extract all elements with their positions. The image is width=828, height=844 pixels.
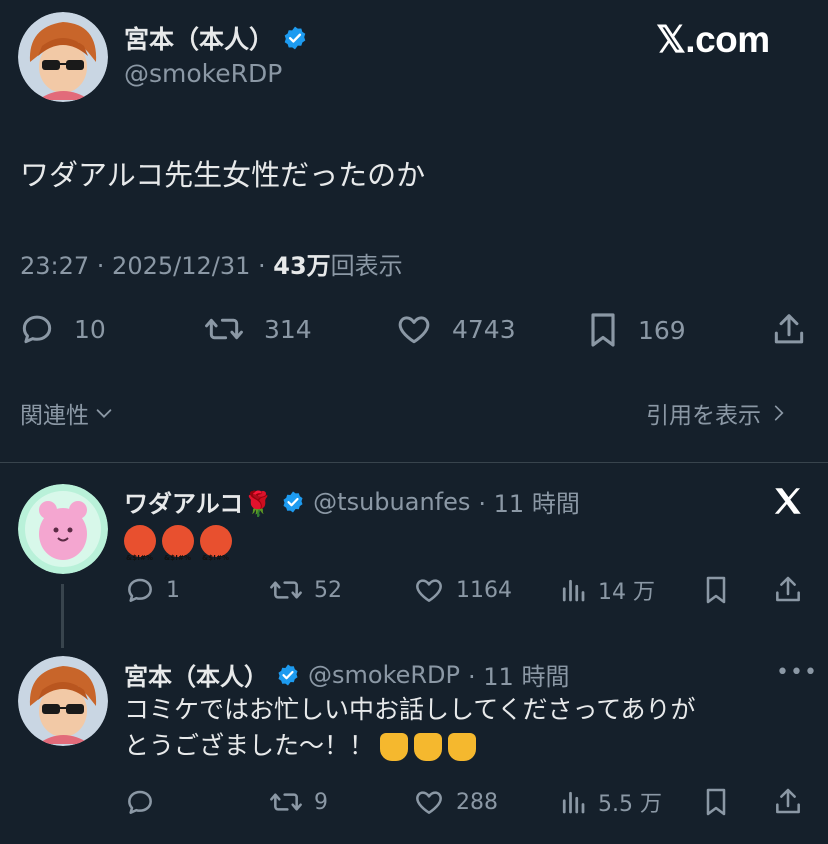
author-name-label: 宮本（本人） xyxy=(124,25,275,54)
like-button[interactable]: 1164 xyxy=(412,574,512,606)
reply-avatar[interactable] xyxy=(18,656,108,746)
more-options-icon[interactable]: ••• xyxy=(776,660,818,685)
bookmark-icon xyxy=(702,786,730,818)
view-quotes-label: 引用を表示 xyxy=(646,403,761,429)
share-icon xyxy=(772,574,804,606)
share-icon xyxy=(770,310,808,350)
reply-text-line: とうござました～！！ xyxy=(124,731,375,760)
angry-face-emoji-icon xyxy=(200,525,232,576)
x-logo-icon xyxy=(770,484,806,518)
share-button[interactable] xyxy=(770,310,808,350)
retweet-button[interactable]: 9 xyxy=(268,786,328,818)
verified-badge-icon xyxy=(281,490,305,514)
reply-time[interactable]: · 11 時間 xyxy=(468,657,569,692)
reply-button[interactable]: 10 xyxy=(18,310,106,348)
raising-hands-emoji-icon xyxy=(448,733,477,761)
bookmark-icon xyxy=(702,574,730,606)
reply-text-line-2: とうござました～！！ xyxy=(124,728,696,764)
angry-face-emoji-icon xyxy=(124,525,156,576)
reply-icon xyxy=(124,786,156,818)
reply-header: 宮本（本人） @smokeRDP · 11 時間 xyxy=(124,657,569,692)
verified-badge-icon xyxy=(282,25,308,51)
retweet-button[interactable]: 52 xyxy=(268,574,342,606)
sort-relevance-dropdown[interactable]: 関連性 xyxy=(20,396,115,430)
x-logo-icon: 𝕏.com xyxy=(656,18,770,61)
heart-icon xyxy=(412,786,446,818)
reply-avatar[interactable] xyxy=(18,484,108,574)
reply-author-name[interactable]: 宮本（本人） xyxy=(124,657,268,692)
view-quotes-link[interactable]: 引用を表示 xyxy=(646,396,789,430)
divider xyxy=(0,462,828,463)
thread-line xyxy=(61,584,64,648)
analytics-icon xyxy=(558,574,588,606)
heart-icon xyxy=(394,310,434,348)
like-count: 4743 xyxy=(452,314,516,344)
retweet-icon xyxy=(202,310,246,348)
views-button[interactable]: 5.5 万 xyxy=(558,786,662,818)
reply-button[interactable] xyxy=(124,786,156,818)
bookmark-button[interactable]: 169 xyxy=(586,310,686,350)
share-button[interactable] xyxy=(772,786,804,818)
reply-text-line: コミケではお忙しい中お話ししてくださってありが xyxy=(124,695,696,724)
bookmark-icon xyxy=(586,310,620,350)
chevron-down-icon xyxy=(93,402,115,424)
author-handle[interactable]: @smokeRDP xyxy=(124,59,282,88)
raising-hands-emoji-icon xyxy=(380,733,409,761)
sort-label: 関連性 xyxy=(20,403,89,429)
reply-author-handle[interactable]: @tsubuanfes xyxy=(313,488,470,516)
retweet-icon xyxy=(268,786,304,818)
verified-badge-icon xyxy=(276,663,300,687)
angry-face-emoji-icon xyxy=(162,525,194,576)
analytics-icon xyxy=(558,786,588,818)
view-count: 14 万 xyxy=(598,580,655,605)
reply-text: コミケではお忙しい中お話ししてくださってありが とうござました～！！ xyxy=(124,692,696,764)
reply-time[interactable]: · 11 時間 xyxy=(478,484,579,519)
reply-author-name[interactable]: ワダアルコ🌹 xyxy=(124,484,273,519)
views-button[interactable]: 14 万 xyxy=(558,574,655,606)
reply-author-handle[interactable]: @smokeRDP xyxy=(308,661,460,689)
tweet-text: ワダアルコ先生女性だったのか xyxy=(20,158,426,192)
bookmark-button[interactable] xyxy=(702,786,730,818)
reply-count: 10 xyxy=(74,314,106,344)
author-name[interactable]: 宮本（本人） xyxy=(124,20,308,56)
tweet-timestamp[interactable]: 23:27 · 2025/12/31 · xyxy=(20,252,273,280)
view-count: 5.5 万 xyxy=(598,792,662,817)
retweet-button[interactable]: 314 xyxy=(202,310,312,348)
like-count: 1164 xyxy=(456,577,512,603)
author-avatar[interactable] xyxy=(18,12,108,102)
reply-icon xyxy=(124,574,156,606)
reply-count: 1 xyxy=(166,577,180,603)
chevron-right-icon xyxy=(769,402,789,424)
retweet-count: 52 xyxy=(314,577,342,603)
view-count: 43万 xyxy=(273,252,331,280)
tweet-meta: 23:27 · 2025/12/31 · 43万回表示 xyxy=(20,246,403,281)
retweet-icon xyxy=(268,574,304,606)
like-button[interactable]: 288 xyxy=(412,786,498,818)
like-count: 288 xyxy=(456,789,498,815)
view-count-label: 回表示 xyxy=(330,252,403,280)
bookmark-count: 169 xyxy=(638,315,686,345)
retweet-count: 9 xyxy=(314,789,328,815)
bookmark-button[interactable] xyxy=(702,574,730,606)
reply-button[interactable]: 1 xyxy=(124,574,180,606)
share-button[interactable] xyxy=(772,574,804,606)
brand-text: 𝕏.com xyxy=(656,19,770,60)
reply-text xyxy=(124,522,238,576)
heart-icon xyxy=(412,574,446,606)
retweet-count: 314 xyxy=(264,314,312,344)
like-button[interactable]: 4743 xyxy=(394,310,516,348)
reply-header: ワダアルコ🌹 @tsubuanfes · 11 時間 xyxy=(124,484,580,519)
share-icon xyxy=(772,786,804,818)
reply-icon xyxy=(18,310,56,348)
raising-hands-emoji-icon xyxy=(414,733,443,761)
